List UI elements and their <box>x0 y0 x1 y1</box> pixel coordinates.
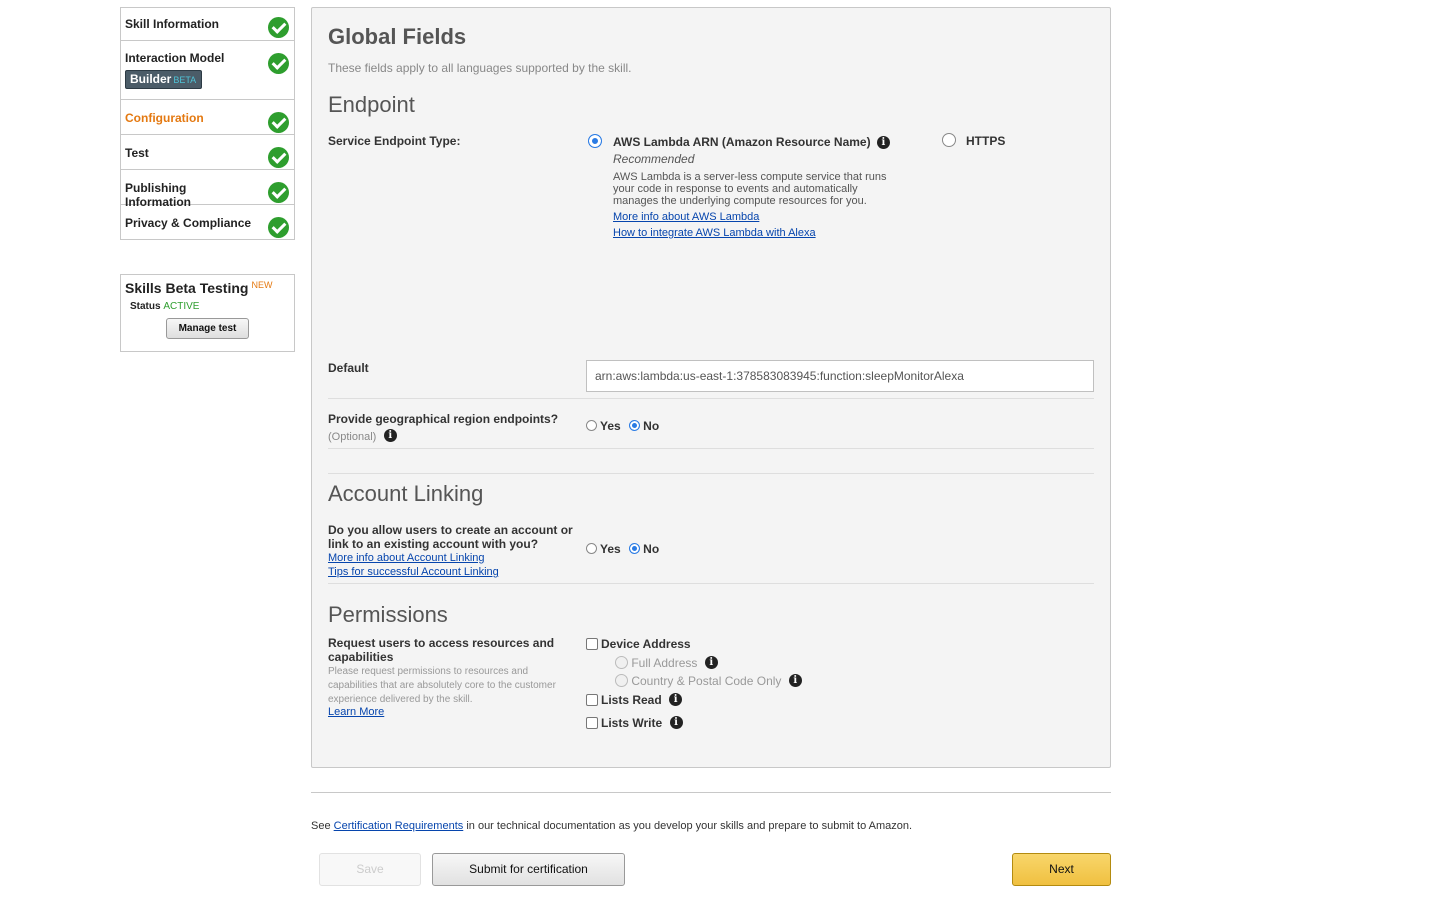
builder-label: Builder <box>130 72 172 86</box>
aws-lambda-option-label: AWS Lambda ARN (Amazon Resource Name) <box>613 135 871 149</box>
beta-tag: BETA <box>173 75 197 85</box>
device-address-checkbox[interactable] <box>586 637 598 650</box>
divider <box>328 448 1094 449</box>
more-info-account-linking-link[interactable]: More info about Account Linking <box>328 552 485 564</box>
lists-write-row: Lists Write i <box>586 714 683 732</box>
yes-label: Yes <box>600 541 621 556</box>
footer-divider <box>311 792 1111 793</box>
beta-testing-title: Skills Beta Testing NEW <box>125 280 290 296</box>
geo-region-label: Provide geographical region endpoints? <box>328 412 559 426</box>
geo-optional-row: (Optional) i <box>328 427 397 445</box>
permissions-description: Please request permissions to resources … <box>328 666 556 705</box>
sidebar-item-label: Privacy & Compliance <box>125 216 252 230</box>
status-label: Status <box>130 301 161 312</box>
certification-note: See Certification Requirements in our te… <box>311 820 912 832</box>
lists-read-label: Lists Read <box>601 692 662 707</box>
country-postal-row: Country & Postal Code Only i <box>615 673 802 688</box>
beta-testing-box: Skills Beta Testing NEW Status ACTIVE Man… <box>120 274 295 352</box>
check-icon <box>268 217 289 238</box>
device-address-row: Device Address <box>586 635 691 653</box>
country-postal-radio[interactable] <box>615 674 628 688</box>
check-icon <box>268 182 289 203</box>
sidebar-item-interaction-model[interactable]: Interaction Model Builder BETA <box>121 41 294 100</box>
beta-testing-title-text: Skills Beta Testing <box>125 280 249 296</box>
account-linking-radio-group: Yes No <box>586 540 659 558</box>
sidebar-item-publishing-information[interactable]: Publishing Information <box>121 170 294 209</box>
https-radio[interactable] <box>942 133 956 147</box>
full-address-radio[interactable] <box>615 656 628 670</box>
tips-account-linking-link[interactable]: Tips for successful Account Linking <box>328 566 499 578</box>
default-label: Default <box>328 361 369 375</box>
certification-requirements-link[interactable]: Certification Requirements <box>334 820 464 832</box>
permissions-heading: Permissions <box>328 602 448 627</box>
info-icon[interactable]: i <box>788 674 802 688</box>
info-icon[interactable]: i <box>704 656 718 670</box>
page-subtitle: These fields apply to all languages supp… <box>328 61 632 75</box>
no-label: No <box>643 541 660 556</box>
global-fields-panel: Global Fields These fields apply to all … <box>311 7 1111 768</box>
info-icon[interactable]: i <box>383 429 397 443</box>
divider <box>328 398 1094 399</box>
account-linking-heading: Account Linking <box>328 481 484 506</box>
new-tag: NEW <box>251 280 273 290</box>
sidebar-item-label: Test <box>125 146 149 160</box>
submit-for-certification-button[interactable]: Submit for certification <box>432 853 625 886</box>
divider <box>328 583 1094 584</box>
save-button[interactable]: Save <box>319 853 421 886</box>
optional-label: (Optional) <box>328 431 377 443</box>
aws-lambda-option: AWS Lambda ARN (Amazon Resource Name) i <box>613 135 890 150</box>
yes-label: Yes <box>600 418 621 433</box>
see-text: See <box>311 820 331 832</box>
page-title: Global Fields <box>328 24 467 49</box>
next-button[interactable]: Next <box>1012 853 1111 886</box>
aws-lambda-radio[interactable] <box>588 134 602 148</box>
sidebar-item-privacy-compliance[interactable]: Privacy & Compliance <box>121 205 294 240</box>
endpoint-heading: Endpoint <box>328 92 415 117</box>
geo-no-radio[interactable] <box>629 420 641 432</box>
sidebar-item-label: Configuration <box>125 111 204 125</box>
default-endpoint-input[interactable]: arn:aws:lambda:us-east-1:378583083945:fu… <box>586 360 1094 392</box>
status-badge: ACTIVE <box>163 301 200 312</box>
lists-read-checkbox[interactable] <box>586 693 598 706</box>
lists-read-row: Lists Read i <box>586 691 683 709</box>
service-endpoint-type-label: Service Endpoint Type: <box>328 134 461 148</box>
learn-more-link[interactable]: Learn More <box>328 706 384 718</box>
certification-text: in our technical documentation as you de… <box>466 820 913 832</box>
check-icon <box>268 53 289 74</box>
check-icon <box>268 147 289 168</box>
no-label: No <box>643 418 660 433</box>
info-icon[interactable]: i <box>669 693 683 707</box>
recommended-label: Recommended <box>613 152 695 166</box>
integrate-lambda-link[interactable]: How to integrate AWS Lambda with Alexa <box>613 227 816 239</box>
sidebar-nav: Skill Information Interaction Model Buil… <box>120 7 295 240</box>
account-linking-question: Do you allow users to create an account … <box>328 523 573 551</box>
lambda-description: AWS Lambda is a server-less compute serv… <box>613 171 887 207</box>
full-address-row: Full Address i <box>615 655 718 670</box>
device-address-label: Device Address <box>601 636 691 651</box>
sidebar-item-label: Skill Information <box>125 17 220 31</box>
divider <box>328 473 1094 474</box>
beta-status: Status ACTIVE <box>130 301 290 312</box>
lists-write-checkbox[interactable] <box>586 716 598 729</box>
manage-test-button[interactable]: Manage test <box>166 318 249 339</box>
more-info-lambda-link[interactable]: More info about AWS Lambda <box>613 211 759 223</box>
account-linking-yes-radio[interactable] <box>586 543 597 555</box>
account-linking-no-radio[interactable] <box>629 543 641 555</box>
sidebar-item-label: Interaction Model <box>125 51 225 65</box>
sidebar-item-test[interactable]: Test <box>121 135 294 170</box>
info-icon[interactable]: i <box>876 136 890 150</box>
https-option-label: HTTPS <box>966 134 1006 148</box>
builder-beta-button[interactable]: Builder BETA <box>125 70 203 89</box>
check-icon <box>268 17 289 38</box>
info-icon[interactable]: i <box>669 716 683 730</box>
lists-write-label: Lists Write <box>601 715 663 730</box>
permissions-label: Request users to access resources and ca… <box>328 636 555 664</box>
sidebar-item-skill-information[interactable]: Skill Information <box>121 8 294 41</box>
geo-region-radio-group: Yes No <box>586 417 659 435</box>
check-icon <box>268 112 289 133</box>
geo-yes-radio[interactable] <box>586 420 597 432</box>
sidebar-item-configuration[interactable]: Configuration <box>121 100 294 135</box>
full-address-label: Full Address <box>631 655 698 670</box>
country-postal-label: Country & Postal Code Only <box>631 673 782 688</box>
